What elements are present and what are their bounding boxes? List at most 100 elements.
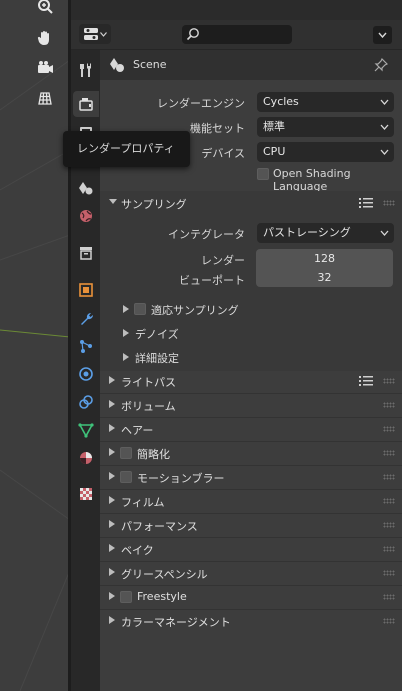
- viewport-samples-label: ビューポート: [179, 274, 245, 287]
- performance-panel-header[interactable]: パフォーマンス: [100, 513, 402, 537]
- tab-constraints[interactable]: [73, 389, 99, 415]
- feature-set-label: 機能セット: [190, 122, 245, 135]
- drag-handle[interactable]: [383, 378, 395, 384]
- bake-panel-header[interactable]: ベイク: [100, 537, 402, 561]
- render-engine-value: Cycles: [263, 95, 299, 108]
- light-paths-title: ライトパス: [121, 376, 176, 389]
- bake-title: ベイク: [121, 544, 154, 557]
- performance-title: パフォーマンス: [121, 520, 198, 533]
- drag-handle[interactable]: [383, 200, 395, 206]
- editor-type-button[interactable]: [79, 24, 111, 44]
- render-samples-row: レンダー 128: [100, 248, 402, 270]
- collection-icon: [80, 247, 92, 260]
- tab-world[interactable]: [73, 203, 99, 229]
- triangle-right-icon: [109, 472, 115, 480]
- tab-modifiers[interactable]: [73, 305, 99, 331]
- physics-icon: [79, 367, 93, 381]
- film-panel-header[interactable]: フィルム: [100, 489, 402, 513]
- drag-handle[interactable]: [383, 426, 395, 432]
- tab-material[interactable]: [73, 445, 99, 471]
- triangle-right-icon: [123, 329, 129, 337]
- render-icon: [79, 98, 93, 111]
- triangle-right-icon: [109, 568, 115, 576]
- tab-texture[interactable]: [73, 481, 99, 507]
- tab-render[interactable]: [73, 91, 99, 117]
- tool-icon: [80, 63, 91, 77]
- render-samples-field[interactable]: 128: [256, 249, 393, 268]
- properties-editor: Scene レンダーエンジン Cycles 機能セット 標準 デバイス CPU: [71, 0, 402, 691]
- ortho-grid-icon[interactable]: [31, 84, 59, 112]
- freestyle-panel-header[interactable]: Freestyle: [100, 585, 402, 609]
- drag-handle[interactable]: [383, 450, 395, 456]
- search-icon: [186, 28, 199, 41]
- chevron-down-icon: [380, 124, 389, 130]
- integrator-dropdown[interactable]: パストレーシング: [257, 223, 394, 243]
- 3d-viewport[interactable]: [0, 0, 70, 691]
- options-dropdown-button[interactable]: [373, 26, 392, 44]
- sampling-panel-header[interactable]: サンプリング: [100, 191, 402, 215]
- hair-panel-header[interactable]: ヘアー: [100, 417, 402, 441]
- color-management-panel-header[interactable]: カラーマネージメント: [100, 609, 402, 633]
- tab-particles[interactable]: [73, 333, 99, 359]
- device-dropdown[interactable]: CPU: [257, 142, 394, 162]
- freestyle-checkbox[interactable]: [120, 591, 132, 603]
- drag-handle[interactable]: [383, 618, 395, 624]
- drag-handle[interactable]: [383, 522, 395, 528]
- adaptive-sampling-checkbox[interactable]: [134, 303, 146, 315]
- denoise-title: デノイズ: [135, 328, 179, 341]
- advanced-subpanel[interactable]: 詳細設定: [100, 346, 402, 368]
- volumes-panel-header[interactable]: ボリューム: [100, 393, 402, 417]
- search-input[interactable]: [182, 25, 292, 44]
- top-strip: [71, 0, 402, 20]
- simplify-title: 簡略化: [137, 448, 170, 461]
- render-engine-dropdown[interactable]: Cycles: [257, 92, 394, 112]
- chevron-down-icon: [380, 230, 389, 236]
- pan-hand-icon[interactable]: [31, 24, 59, 52]
- osl-checkbox[interactable]: [257, 168, 269, 180]
- context-path: Scene: [100, 50, 402, 80]
- denoise-subpanel[interactable]: デノイズ: [100, 322, 402, 344]
- camera-view-icon[interactable]: [31, 54, 59, 82]
- chevron-down-icon: [99, 31, 107, 37]
- motion-blur-panel-header[interactable]: モーションブラー: [100, 465, 402, 489]
- chevron-down-icon: [380, 149, 389, 155]
- scene-icon: [110, 58, 124, 72]
- drag-handle[interactable]: [383, 570, 395, 576]
- chevron-down-icon: [380, 99, 389, 105]
- triangle-right-icon: [109, 400, 115, 408]
- tab-collection[interactable]: [73, 240, 99, 266]
- sampling-panel: サンプリング インテグレータ パストレーシング レンダー 128 ビューポート …: [100, 191, 402, 371]
- triangle-right-icon: [109, 592, 115, 600]
- tab-data[interactable]: [73, 417, 99, 443]
- tab-tool[interactable]: [73, 57, 99, 83]
- pin-icon[interactable]: [374, 58, 388, 72]
- triangle-right-icon: [109, 544, 115, 552]
- particles-icon: [80, 340, 92, 353]
- tab-physics[interactable]: [73, 361, 99, 387]
- motion-blur-title: モーションブラー: [137, 472, 225, 485]
- drag-handle[interactable]: [383, 498, 395, 504]
- adaptive-sampling-subpanel[interactable]: 適応サンプリング: [100, 298, 402, 320]
- simplify-panel-header[interactable]: 簡略化: [100, 441, 402, 465]
- grease-pencil-panel-header[interactable]: グリースペンシル: [100, 561, 402, 585]
- viewport-samples-field[interactable]: 32: [256, 268, 393, 287]
- simplify-checkbox[interactable]: [120, 447, 132, 459]
- drag-handle[interactable]: [383, 594, 395, 600]
- drag-handle[interactable]: [383, 474, 395, 480]
- adaptive-sampling-title: 適応サンプリング: [151, 304, 239, 317]
- tooltip: レンダープロパティ: [63, 131, 190, 167]
- advanced-title: 詳細設定: [135, 352, 179, 365]
- hair-title: ヘアー: [121, 424, 154, 437]
- triangle-right-icon: [123, 305, 129, 313]
- light-paths-panel-header[interactable]: ライトパス: [100, 369, 402, 393]
- integrator-row: インテグレータ パストレーシング: [100, 222, 402, 244]
- presets-list-icon[interactable]: [359, 375, 373, 387]
- triangle-right-icon: [109, 520, 115, 528]
- presets-list-icon[interactable]: [359, 197, 373, 209]
- tab-object[interactable]: [73, 277, 99, 303]
- tab-scene[interactable]: [73, 175, 99, 201]
- motion-blur-checkbox[interactable]: [120, 471, 132, 483]
- drag-handle[interactable]: [383, 546, 395, 552]
- feature-set-dropdown[interactable]: 標準: [257, 117, 394, 137]
- drag-handle[interactable]: [383, 402, 395, 408]
